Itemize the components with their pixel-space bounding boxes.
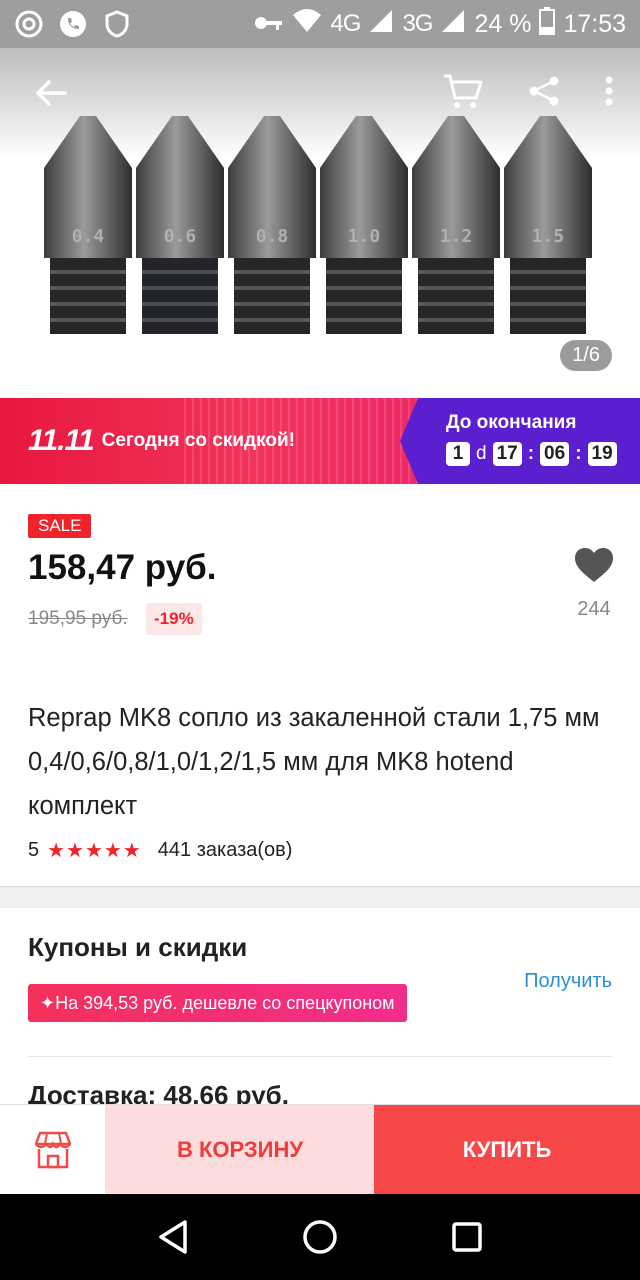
nozzle-size-label: 0.6 bbox=[163, 226, 197, 247]
network-3g-label: 3G bbox=[402, 10, 433, 37]
at-sign-icon bbox=[14, 9, 44, 39]
orders-count: 441 заказа(ов) bbox=[157, 839, 293, 861]
nozzle-image: 1.2 bbox=[408, 108, 504, 338]
shield-icon bbox=[102, 9, 132, 39]
clock: 17:53 bbox=[563, 9, 626, 38]
phone-icon bbox=[58, 9, 88, 39]
square-recents-icon bbox=[451, 1222, 482, 1252]
divider bbox=[28, 1056, 612, 1057]
add-to-cart-button[interactable]: В КОРЗИНУ bbox=[106, 1105, 374, 1195]
network-4g-label: 4G bbox=[330, 10, 361, 37]
countdown-seconds: 19 bbox=[587, 442, 617, 466]
countdown-minutes: 06 bbox=[540, 442, 570, 466]
status-notifications bbox=[14, 9, 132, 39]
countdown-panel: До окончания 1 d 17 : 06 : 19 bbox=[400, 398, 640, 484]
countdown-days: 1 bbox=[446, 442, 470, 466]
heart-icon bbox=[575, 548, 613, 582]
purchase-bar: В КОРЗИНУ КУПИТЬ bbox=[0, 1104, 640, 1195]
old-price: 195,95 руб. bbox=[28, 608, 128, 629]
promo-banner[interactable]: 11.11 Сегодня со скидкой! До окончания 1… bbox=[0, 398, 640, 484]
sale-badge: SALE bbox=[28, 514, 92, 538]
more-options-icon[interactable] bbox=[604, 75, 614, 112]
nozzle-size-label: 1.5 bbox=[531, 226, 565, 247]
rating-row[interactable]: 5 ★★★★★ 441 заказа(ов) bbox=[28, 838, 292, 863]
nozzle-image: 0.8 bbox=[224, 108, 320, 338]
product-gallery[interactable]: 0.4 0.6 0.8 1.0 1.2 1.5 1/6 bbox=[0, 48, 640, 398]
nozzle-size-label: 1.2 bbox=[439, 226, 473, 247]
buy-now-button[interactable]: КУПИТЬ bbox=[374, 1105, 640, 1195]
nav-recents-button[interactable] bbox=[442, 1212, 492, 1262]
status-indicators: 4G 3G 24 % 17:53 bbox=[254, 6, 626, 42]
system-nav-bar bbox=[0, 1194, 640, 1280]
countdown-separator: : bbox=[527, 443, 535, 464]
gallery-actions bbox=[442, 72, 614, 115]
countdown-separator: : bbox=[575, 443, 582, 464]
gallery-toolbar bbox=[0, 48, 640, 138]
rating-stars-icon: ★★★★★ bbox=[47, 840, 142, 862]
nozzle-image: 0.4 bbox=[40, 108, 136, 338]
wishlist-button[interactable] bbox=[566, 546, 622, 589]
signal-icon bbox=[368, 9, 394, 40]
back-button[interactable] bbox=[26, 68, 76, 118]
store-icon bbox=[34, 1131, 71, 1169]
signal-icon bbox=[440, 9, 466, 40]
coupons-title: Купоны и скидки bbox=[28, 932, 248, 962]
nozzle-image: 0.6 bbox=[132, 108, 228, 338]
circle-home-icon bbox=[303, 1220, 337, 1254]
store-button[interactable] bbox=[0, 1105, 106, 1195]
discount-badge: -19% bbox=[146, 603, 202, 635]
promo-sale-area: 11.11 Сегодня со скидкой! bbox=[0, 398, 418, 484]
nozzle-image: 1.0 bbox=[316, 108, 412, 338]
share-icon[interactable] bbox=[528, 75, 560, 112]
nav-home-button[interactable] bbox=[295, 1212, 345, 1262]
nav-back-button[interactable] bbox=[148, 1212, 198, 1262]
delivery-title[interactable]: Доставка: 48,66 руб. bbox=[28, 1080, 289, 1106]
nozzle-size-label: 0.8 bbox=[255, 226, 289, 247]
battery-icon bbox=[539, 6, 556, 42]
key-icon bbox=[254, 10, 284, 39]
nozzles-photo: 0.4 0.6 0.8 1.0 1.2 1.5 bbox=[40, 108, 610, 338]
current-price: 158,47 руб. bbox=[28, 548, 217, 587]
countdown-days-unit: d bbox=[476, 443, 487, 464]
triangle-back-icon bbox=[159, 1220, 188, 1254]
countdown-label: До окончания bbox=[446, 412, 577, 433]
battery-label: 24 % bbox=[474, 9, 532, 38]
rating-value: 5 bbox=[28, 839, 40, 861]
cart-icon[interactable] bbox=[442, 72, 484, 115]
product-title: Reprap MK8 сопло из закаленной стали 1,7… bbox=[28, 704, 600, 820]
nozzle-size-label: 0.4 bbox=[71, 226, 105, 247]
status-bar: 4G 3G 24 % 17:53 bbox=[0, 0, 640, 48]
countdown-hours: 17 bbox=[492, 442, 522, 466]
image-counter: 1/6 bbox=[560, 340, 612, 371]
nozzle-size-label: 1.0 bbox=[347, 226, 381, 247]
wishlist-count: 244 bbox=[577, 598, 611, 620]
wifi-icon bbox=[292, 8, 322, 40]
coupon-tag[interactable]: ✦На 394,53 руб. дешевле со спецкупоном bbox=[28, 984, 407, 1022]
get-coupon-link[interactable]: Получить bbox=[524, 970, 612, 993]
nozzle-image: 1.5 bbox=[500, 108, 596, 338]
arrow-left-icon bbox=[36, 80, 67, 106]
section-divider bbox=[0, 886, 640, 908]
countdown-timer: 1 d 17 : 06 : 19 bbox=[446, 442, 640, 466]
promo-event-logo: 11.11 bbox=[28, 424, 95, 457]
promo-text: Сегодня со скидкой! bbox=[101, 430, 295, 451]
